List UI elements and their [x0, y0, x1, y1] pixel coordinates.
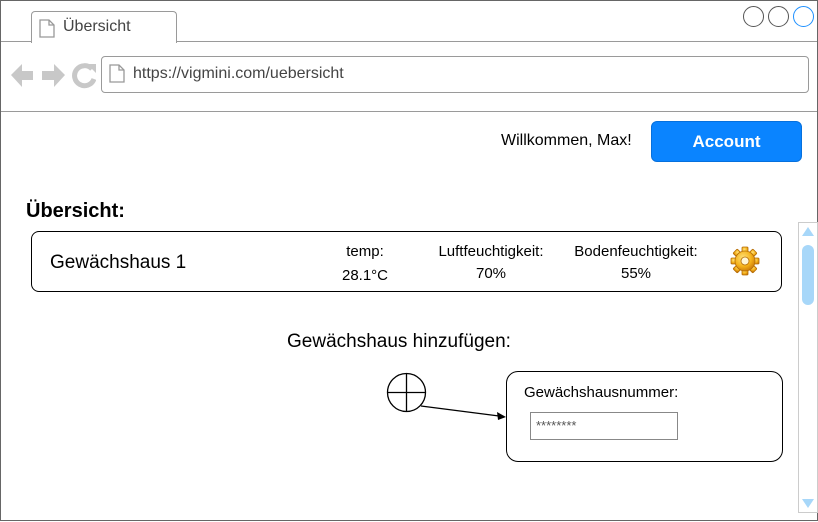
air-humidity-value: 70% [475, 265, 507, 282]
browser-chrome: Übersicht https://vigmini.com/uebersicht [1, 1, 817, 112]
scroll-up-icon[interactable] [799, 223, 817, 241]
reload-icon[interactable] [72, 63, 97, 89]
add-greenhouse-title: Gewächshaus hinzufügen: [287, 331, 511, 352]
temperature-label: temp: [346, 243, 384, 260]
page-icon [39, 19, 55, 43]
plus-circle-icon[interactable] [386, 372, 427, 418]
soil-humidity-value: 55% [620, 265, 652, 282]
temperature-value: 28.1°C [341, 267, 389, 284]
greenhouse-number-label: Gewächshausnummer: [524, 384, 679, 401]
soil-humidity-label: Bodenfeuchtigkeit: [574, 243, 698, 260]
window-control-2[interactable] [768, 6, 789, 27]
add-greenhouse-form: Gewächshausnummer: ******** [506, 371, 783, 462]
window-control-1[interactable] [743, 6, 764, 27]
greenhouse-card[interactable]: Gewächshaus 1 temp: 28.1°C Luftfeuchtigk… [31, 231, 782, 292]
temperature-stat: temp: 28.1°C [330, 241, 400, 287]
back-icon[interactable] [11, 64, 33, 87]
url-text: https://vigmini.com/uebersicht [133, 65, 344, 82]
air-humidity-stat: Luftfeuchtigkeit: 70% [426, 241, 556, 285]
soil-humidity-stat: Bodenfeuchtigkeit: 55% [566, 241, 706, 285]
tab-title: Übersicht [63, 18, 131, 35]
scroll-thumb[interactable] [802, 245, 814, 305]
window-control-3[interactable] [793, 6, 814, 27]
greenhouse-name: Gewächshaus 1 [50, 252, 187, 273]
air-humidity-label: Luftfeuchtigkeit: [438, 243, 544, 260]
vertical-scrollbar[interactable] [798, 222, 818, 513]
gear-icon[interactable] [729, 245, 761, 282]
welcome-text: Willkommen, Max! [501, 132, 632, 149]
page-title: Übersicht: [26, 200, 125, 222]
scroll-down-icon[interactable] [799, 494, 817, 512]
browser-window: Übersicht https://vigmini.com/uebersicht… [0, 0, 818, 521]
page-icon [109, 64, 125, 88]
navigation-buttons [11, 63, 97, 94]
browser-tab[interactable]: Übersicht [31, 11, 177, 43]
address-bar[interactable]: https://vigmini.com/uebersicht [101, 56, 809, 93]
account-button[interactable]: Account [651, 121, 802, 162]
forward-icon[interactable] [42, 64, 65, 87]
greenhouse-number-field[interactable]: ******** [530, 412, 678, 440]
